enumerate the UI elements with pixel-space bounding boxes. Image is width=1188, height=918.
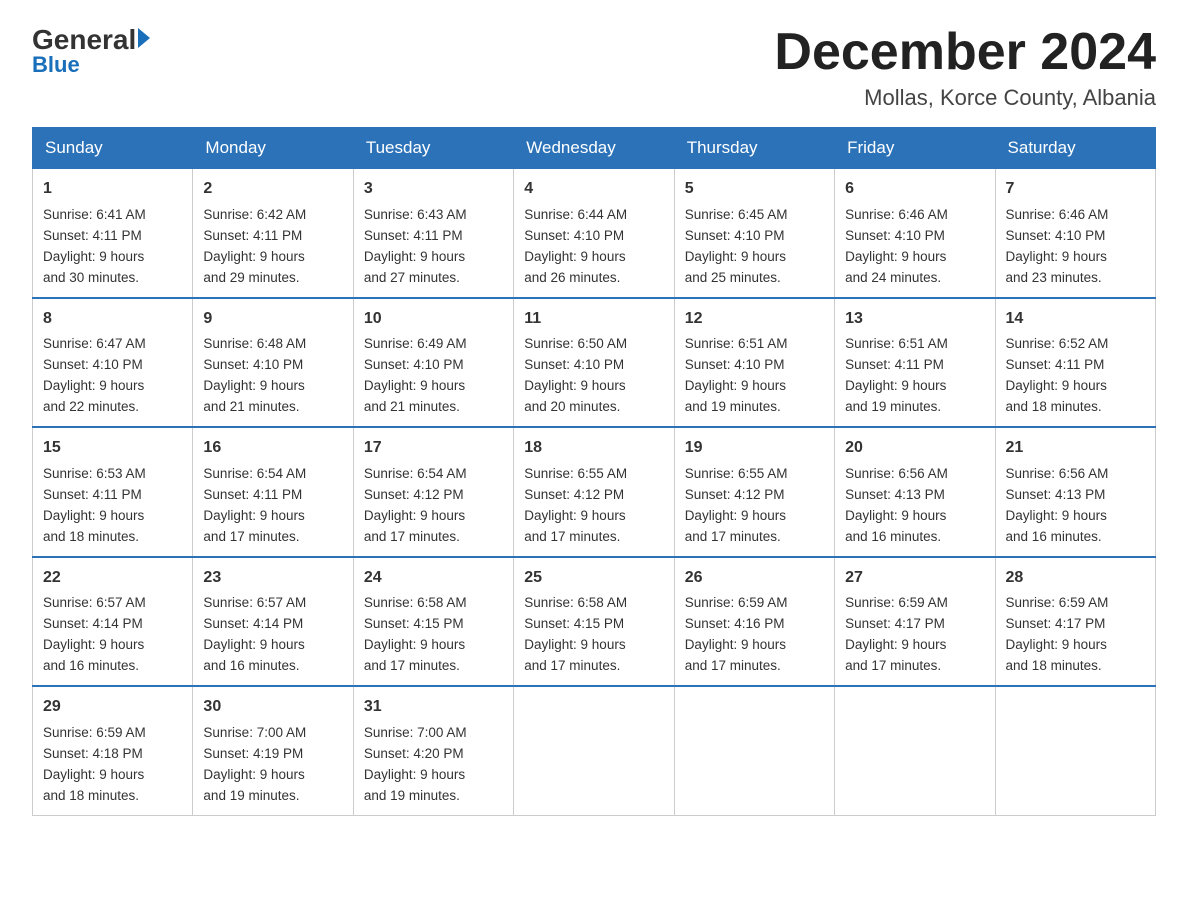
day-number: 1: [43, 177, 182, 202]
table-row: 23Sunrise: 6:57 AMSunset: 4:14 PMDayligh…: [193, 557, 353, 686]
day-number: 4: [524, 177, 663, 202]
calendar-table: Sunday Monday Tuesday Wednesday Thursday…: [32, 127, 1156, 815]
table-row: 1Sunrise: 6:41 AMSunset: 4:11 PMDaylight…: [33, 169, 193, 298]
day-number: 30: [203, 695, 342, 720]
logo-arrow-icon: [138, 28, 150, 48]
table-row: 30Sunrise: 7:00 AMSunset: 4:19 PMDayligh…: [193, 686, 353, 815]
location-title: Mollas, Korce County, Albania: [774, 85, 1156, 111]
table-row: 16Sunrise: 6:54 AMSunset: 4:11 PMDayligh…: [193, 427, 353, 556]
day-number: 13: [845, 307, 984, 332]
table-row: 27Sunrise: 6:59 AMSunset: 4:17 PMDayligh…: [835, 557, 995, 686]
table-row: 22Sunrise: 6:57 AMSunset: 4:14 PMDayligh…: [33, 557, 193, 686]
day-number: 28: [1006, 566, 1145, 591]
day-number: 5: [685, 177, 824, 202]
table-row: [514, 686, 674, 815]
day-number: 20: [845, 436, 984, 461]
month-title: December 2024: [774, 24, 1156, 81]
table-row: 29Sunrise: 6:59 AMSunset: 4:18 PMDayligh…: [33, 686, 193, 815]
table-row: 26Sunrise: 6:59 AMSunset: 4:16 PMDayligh…: [674, 557, 834, 686]
col-monday: Monday: [193, 128, 353, 169]
table-row: 28Sunrise: 6:59 AMSunset: 4:17 PMDayligh…: [995, 557, 1155, 686]
day-number: 11: [524, 307, 663, 332]
table-row: 8Sunrise: 6:47 AMSunset: 4:10 PMDaylight…: [33, 298, 193, 427]
title-section: December 2024 Mollas, Korce County, Alba…: [774, 24, 1156, 111]
day-number: 21: [1006, 436, 1145, 461]
header-row: Sunday Monday Tuesday Wednesday Thursday…: [33, 128, 1156, 169]
day-number: 31: [364, 695, 503, 720]
day-number: 16: [203, 436, 342, 461]
table-row: 20Sunrise: 6:56 AMSunset: 4:13 PMDayligh…: [835, 427, 995, 556]
day-number: 3: [364, 177, 503, 202]
day-number: 15: [43, 436, 182, 461]
col-saturday: Saturday: [995, 128, 1155, 169]
table-row: 3Sunrise: 6:43 AMSunset: 4:11 PMDaylight…: [353, 169, 513, 298]
day-number: 17: [364, 436, 503, 461]
table-row: 13Sunrise: 6:51 AMSunset: 4:11 PMDayligh…: [835, 298, 995, 427]
day-number: 10: [364, 307, 503, 332]
day-number: 2: [203, 177, 342, 202]
day-number: 22: [43, 566, 182, 591]
table-row: 14Sunrise: 6:52 AMSunset: 4:11 PMDayligh…: [995, 298, 1155, 427]
logo: General Blue: [32, 24, 150, 78]
table-row: [835, 686, 995, 815]
day-number: 8: [43, 307, 182, 332]
day-number: 24: [364, 566, 503, 591]
table-row: 10Sunrise: 6:49 AMSunset: 4:10 PMDayligh…: [353, 298, 513, 427]
week-row-5: 29Sunrise: 6:59 AMSunset: 4:18 PMDayligh…: [33, 686, 1156, 815]
table-row: 19Sunrise: 6:55 AMSunset: 4:12 PMDayligh…: [674, 427, 834, 556]
day-number: 26: [685, 566, 824, 591]
table-row: 15Sunrise: 6:53 AMSunset: 4:11 PMDayligh…: [33, 427, 193, 556]
day-number: 12: [685, 307, 824, 332]
table-row: 21Sunrise: 6:56 AMSunset: 4:13 PMDayligh…: [995, 427, 1155, 556]
col-friday: Friday: [835, 128, 995, 169]
day-number: 7: [1006, 177, 1145, 202]
table-row: 2Sunrise: 6:42 AMSunset: 4:11 PMDaylight…: [193, 169, 353, 298]
week-row-4: 22Sunrise: 6:57 AMSunset: 4:14 PMDayligh…: [33, 557, 1156, 686]
day-number: 14: [1006, 307, 1145, 332]
col-tuesday: Tuesday: [353, 128, 513, 169]
table-row: [674, 686, 834, 815]
table-row: 12Sunrise: 6:51 AMSunset: 4:10 PMDayligh…: [674, 298, 834, 427]
day-number: 25: [524, 566, 663, 591]
table-row: [995, 686, 1155, 815]
table-row: 4Sunrise: 6:44 AMSunset: 4:10 PMDaylight…: [514, 169, 674, 298]
table-row: 25Sunrise: 6:58 AMSunset: 4:15 PMDayligh…: [514, 557, 674, 686]
table-row: 5Sunrise: 6:45 AMSunset: 4:10 PMDaylight…: [674, 169, 834, 298]
table-row: 31Sunrise: 7:00 AMSunset: 4:20 PMDayligh…: [353, 686, 513, 815]
week-row-2: 8Sunrise: 6:47 AMSunset: 4:10 PMDaylight…: [33, 298, 1156, 427]
day-number: 9: [203, 307, 342, 332]
logo-blue: Blue: [32, 52, 80, 78]
day-number: 19: [685, 436, 824, 461]
col-wednesday: Wednesday: [514, 128, 674, 169]
table-row: 24Sunrise: 6:58 AMSunset: 4:15 PMDayligh…: [353, 557, 513, 686]
col-thursday: Thursday: [674, 128, 834, 169]
table-row: 11Sunrise: 6:50 AMSunset: 4:10 PMDayligh…: [514, 298, 674, 427]
table-row: 18Sunrise: 6:55 AMSunset: 4:12 PMDayligh…: [514, 427, 674, 556]
table-row: 17Sunrise: 6:54 AMSunset: 4:12 PMDayligh…: [353, 427, 513, 556]
table-row: 6Sunrise: 6:46 AMSunset: 4:10 PMDaylight…: [835, 169, 995, 298]
week-row-1: 1Sunrise: 6:41 AMSunset: 4:11 PMDaylight…: [33, 169, 1156, 298]
table-row: 7Sunrise: 6:46 AMSunset: 4:10 PMDaylight…: [995, 169, 1155, 298]
day-number: 27: [845, 566, 984, 591]
col-sunday: Sunday: [33, 128, 193, 169]
table-row: 9Sunrise: 6:48 AMSunset: 4:10 PMDaylight…: [193, 298, 353, 427]
day-number: 6: [845, 177, 984, 202]
day-number: 29: [43, 695, 182, 720]
day-number: 23: [203, 566, 342, 591]
day-number: 18: [524, 436, 663, 461]
week-row-3: 15Sunrise: 6:53 AMSunset: 4:11 PMDayligh…: [33, 427, 1156, 556]
page-header: General Blue December 2024 Mollas, Korce…: [32, 24, 1156, 111]
